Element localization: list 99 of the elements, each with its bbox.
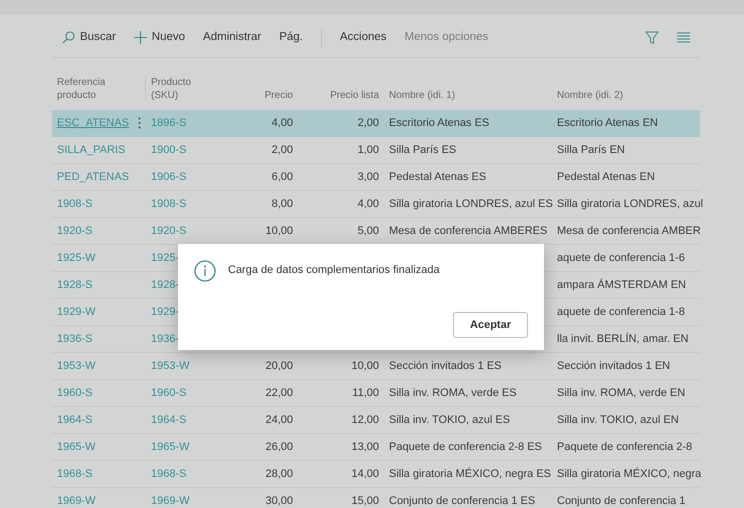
table-cell-text: Silla inv. TOKIO, azul ES xyxy=(389,412,510,428)
table-cell-text: ampara ÁMSTERDAM EN xyxy=(557,278,686,293)
table-cell-text: Silla giratoria MÉXICO, negra xyxy=(557,466,702,482)
table-cell-text: 2,00 xyxy=(358,116,379,131)
plus-icon xyxy=(134,31,147,44)
table-cell-text: 24,00 xyxy=(265,412,293,428)
table-cell-text: Paquete de conferencia 2-8 xyxy=(557,440,692,455)
column-header[interactable]: Precio lista xyxy=(298,89,384,102)
column-header[interactable]: Nombre (idi. 1) xyxy=(384,89,552,102)
table-cell-text: 20,00 xyxy=(265,358,293,374)
product-link[interactable]: 1960-S xyxy=(57,384,92,402)
product-link[interactable]: 1925- xyxy=(151,250,180,266)
toolbar-button[interactable]: Acciones xyxy=(340,28,387,46)
table-cell-text: Sección invitados 1 EN xyxy=(557,358,670,374)
table-cell-text: 26,00 xyxy=(265,440,293,455)
table-cell-text: Paquete de conferencia 2-8 ES xyxy=(389,440,542,455)
table-cell-text: 6,00 xyxy=(272,170,293,185)
table-cell-text: 11,00 xyxy=(352,386,379,401)
product-link[interactable]: 1965-W xyxy=(57,438,96,456)
product-link[interactable]: 1965-W xyxy=(151,438,190,456)
table-cell-text: 10,00 xyxy=(351,358,379,374)
column-header[interactable]: Producto (SKU) xyxy=(146,76,232,102)
list-icon[interactable] xyxy=(677,32,690,43)
product-link[interactable]: ESC_ATENAS xyxy=(57,114,129,132)
table-cell-text: 15,00 xyxy=(351,494,379,508)
toolbar-button[interactable]: Administrar xyxy=(203,28,262,46)
table-cell-text: Silla inv. TOKIO, azul EN xyxy=(557,412,679,428)
table-cell-text: Mesa de conferencia AMBER xyxy=(557,224,701,239)
product-link[interactable]: 1908-S xyxy=(57,196,92,212)
search-button[interactable]: Buscar xyxy=(62,28,116,46)
product-link[interactable]: 1936-S xyxy=(57,330,92,348)
dialog-message: Carga de datos complementarios finalizada xyxy=(228,263,440,278)
table-cell-text: 30,00 xyxy=(265,494,293,508)
table-cell-text: Conjunto de conferencia 1 xyxy=(557,494,686,508)
table-cell-text: Mesa de conferencia AMBERES xyxy=(389,224,548,239)
product-link[interactable]: 1969-W xyxy=(57,492,96,508)
toolbar-button[interactable]: Pág. xyxy=(279,28,303,46)
product-link[interactable]: 1906-S xyxy=(151,168,186,186)
table-cell-text: Silla París ES xyxy=(389,142,456,158)
product-link[interactable]: 1953-W xyxy=(151,358,190,374)
table-cell-text: aquete de conferencia 1-6 xyxy=(557,250,685,266)
table-cell-text: Silla París EN xyxy=(557,142,625,158)
info-icon xyxy=(194,260,216,282)
product-link[interactable]: 1968-S xyxy=(151,466,186,482)
table-cell-text: 4,00 xyxy=(272,116,293,131)
table-cell-text: aquete de conferencia 1-8 xyxy=(557,304,685,320)
product-link[interactable]: 1928- xyxy=(151,276,180,294)
more-options-icon[interactable] xyxy=(138,117,141,129)
accept-button[interactable]: Aceptar xyxy=(453,312,528,338)
product-link[interactable]: 1964-S xyxy=(151,412,186,428)
product-link[interactable]: 1969-W xyxy=(151,492,190,508)
product-link[interactable]: PED_ATENAS xyxy=(57,168,129,186)
product-link[interactable]: 1928-S xyxy=(57,276,92,294)
table-cell-text: Sección invitados 1 ES xyxy=(389,358,502,374)
table-cell-text: Silla giratoria LONDRES, azul ES xyxy=(389,196,553,212)
product-link[interactable]: 1896-S xyxy=(151,114,186,132)
column-header[interactable]: Precio xyxy=(232,89,298,102)
product-link[interactable]: 1929- xyxy=(151,304,180,320)
product-link[interactable]: SILLA_PARIS xyxy=(57,142,126,158)
product-link[interactable]: 1953-W xyxy=(57,358,96,374)
table-cell-text: Conjunto de conferencia 1 ES xyxy=(389,494,536,508)
product-link[interactable]: 1908-S xyxy=(151,196,186,212)
table-cell-text: 22,00 xyxy=(265,386,293,401)
column-header[interactable]: Nombre (idi. 2) xyxy=(552,89,700,102)
table-cell-text: Pedestal Atenas EN xyxy=(557,170,655,185)
product-link[interactable]: 1925-W xyxy=(57,250,96,266)
table-cell-text: lla invit. BERLÍN, amar. EN xyxy=(557,332,688,347)
product-link[interactable]: 1929-W xyxy=(57,304,96,320)
search-icon xyxy=(62,31,75,44)
new-button[interactable]: Nuevo xyxy=(134,28,186,46)
column-header[interactable]: Referencia producto xyxy=(52,76,146,102)
table-cell-text: Silla giratoria LONDRES, azul xyxy=(557,196,704,212)
table-cell-text: 13,00 xyxy=(351,440,379,455)
table-cell-text: Silla inv. ROMA, verde EN xyxy=(557,386,686,401)
product-link[interactable]: 1920-S xyxy=(57,222,92,240)
table-cell-text: 1,00 xyxy=(358,142,379,158)
product-link[interactable]: 1900-S xyxy=(151,142,186,158)
product-link[interactable]: 1936- xyxy=(151,330,180,348)
table-cell-text: 4,00 xyxy=(358,196,379,212)
table-cell-text: Escritorio Atenas ES xyxy=(389,116,490,131)
table-cell-text: Escritorio Atenas EN xyxy=(557,116,658,131)
table-cell-text: Pedestal Atenas ES xyxy=(389,170,486,185)
table-cell-text: 8,00 xyxy=(272,196,293,212)
table-cell-text: 14,00 xyxy=(351,466,379,482)
table-cell-text: 28,00 xyxy=(265,466,293,482)
table-cell-text: 12,00 xyxy=(351,412,379,428)
table-cell-text: 3,00 xyxy=(358,170,379,185)
product-link[interactable]: 1968-S xyxy=(57,466,92,482)
product-link[interactable]: 1960-S xyxy=(151,384,186,402)
less-options-button[interactable]: Menos opciones xyxy=(404,28,488,46)
selected-row-highlight[interactable]: ESC_ATENAS 1896-S 4,00 2,00 Escritorio Atenas ES Escritorio Atenas EN xyxy=(52,110,700,137)
product-link[interactable]: 1964-S xyxy=(57,412,92,428)
product-link[interactable]: 1920-S xyxy=(151,222,186,240)
table-cell-text: 5,00 xyxy=(358,224,379,239)
table-cell-text: Silla giratoria MÉXICO, negra ES xyxy=(389,466,552,482)
filter-icon[interactable] xyxy=(645,30,659,44)
table-cell-text: Silla inv. ROMA, verde ES xyxy=(389,386,517,401)
table-cell-text: 10,00 xyxy=(265,224,293,239)
table-cell-text: 2,00 xyxy=(272,142,293,158)
